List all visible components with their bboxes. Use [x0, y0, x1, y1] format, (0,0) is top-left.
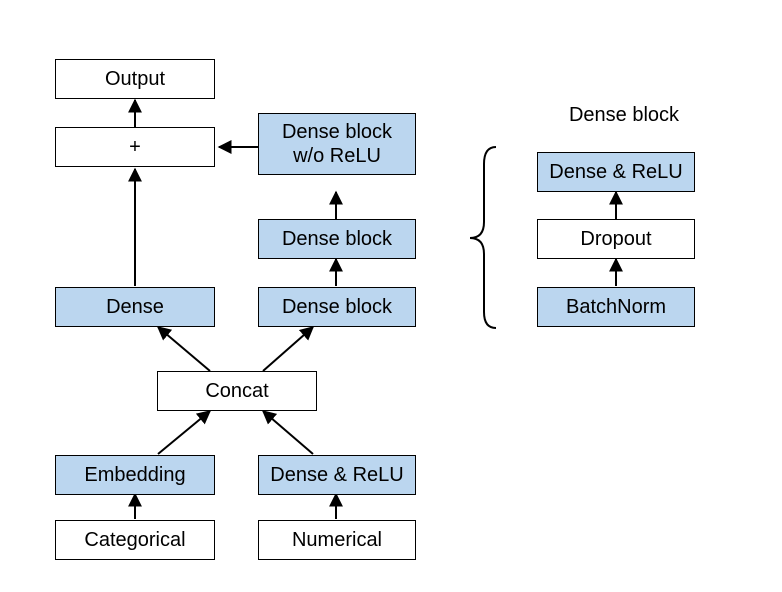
label-dense-relu: Dense & ReLU	[549, 160, 682, 184]
label-numerical: Numerical	[292, 528, 382, 552]
label-plus: +	[129, 135, 141, 159]
label-concat: Concat	[205, 379, 268, 403]
box-numerical: Numerical	[258, 520, 416, 560]
box-dense-relu-input: Dense & ReLU	[258, 455, 416, 495]
label-dropout: Dropout	[580, 227, 651, 251]
box-dense-block-wo-relu: Dense block w/o ReLU	[258, 113, 416, 175]
box-dense-block-mid: Dense block	[258, 219, 416, 259]
box-concat: Concat	[157, 371, 317, 411]
label-dense-block-bot: Dense block	[282, 295, 392, 319]
label-categorical: Categorical	[84, 528, 185, 552]
label-dense: Dense	[106, 295, 164, 319]
box-output: Output	[55, 59, 215, 99]
box-categorical: Categorical	[55, 520, 215, 560]
box-plus: +	[55, 127, 215, 167]
box-embedding: Embedding	[55, 455, 215, 495]
architecture-diagram: Output + Dense Concat Embedding Categori…	[0, 0, 782, 592]
label-output: Output	[105, 67, 165, 91]
box-batchnorm: BatchNorm	[537, 287, 695, 327]
label-dense-relu-input: Dense & ReLU	[270, 463, 403, 487]
label-dense-block-wo-relu: Dense block w/o ReLU	[282, 120, 392, 168]
box-dense: Dense	[55, 287, 215, 327]
box-dropout: Dropout	[537, 219, 695, 259]
dense-block-title: Dense block	[520, 104, 728, 127]
label-embedding: Embedding	[84, 463, 185, 487]
label-batchnorm: BatchNorm	[566, 295, 666, 319]
label-dense-block-mid: Dense block	[282, 227, 392, 251]
box-dense-relu: Dense & ReLU	[537, 152, 695, 192]
box-dense-block-bot: Dense block	[258, 287, 416, 327]
